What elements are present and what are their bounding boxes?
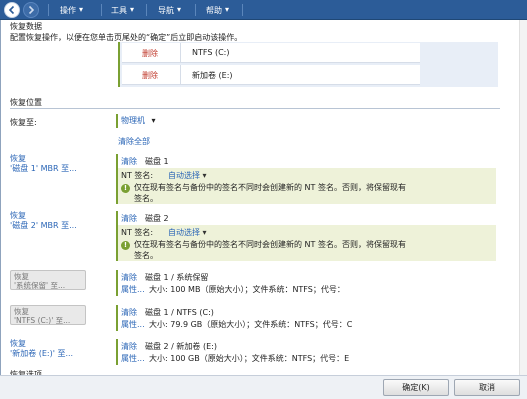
toolbar-separator <box>195 4 196 16</box>
volume-details: 大小: 100 MB（原始大小）；文件系统：NTFS；代号： <box>149 285 345 294</box>
chevron-down-icon: ▾ <box>202 228 207 237</box>
clear-link[interactable]: 清除 <box>121 341 137 352</box>
dropdown-value: 自动选择 <box>168 171 200 180</box>
properties-link[interactable]: 属性... <box>121 284 145 295</box>
volume-ntfs-c-panel: 清除 磁盘 1 / NTFS (C:) 属性... 大小: 79.9 GB（原始… <box>116 305 496 331</box>
menu-tools[interactable]: 工具 ▾ <box>111 0 134 20</box>
menu-label: 帮助 <box>206 6 222 15</box>
properties-link[interactable]: 属性... <box>121 353 145 364</box>
menu-label: 工具 <box>111 6 127 15</box>
volume-target: 磁盘 1 / 系统保留 <box>145 273 209 282</box>
menu-label: 操作 <box>60 6 76 15</box>
toolbar-separator <box>146 4 147 16</box>
volume-name: 新加卷 (E:) <box>192 71 233 80</box>
menu-actions[interactable]: 操作 ▾ <box>60 0 83 20</box>
restore-to-label: 恢复至: <box>10 118 37 127</box>
clear-link[interactable]: 清除 <box>121 213 137 224</box>
link-line: '磁盘 2' MBR 至... <box>10 221 77 230</box>
nt-signature-label: NT 签名: <box>121 171 154 180</box>
volume-new-e-panel: 清除 磁盘 2 / 新加卷 (E:) 属性... 大小: 100 GB（原始大小… <box>116 339 496 365</box>
restore-disk-1-mbr-link[interactable]: 恢复 '磁盘 1' MBR 至... <box>10 154 77 174</box>
volume-details: 大小: 79.9 GB（原始大小）；文件系统：NTFS；代号：C <box>149 320 353 329</box>
link-line: 恢复 <box>10 339 26 348</box>
forward-button[interactable] <box>23 2 39 18</box>
volume-target: 磁盘 1 / NTFS (C:) <box>145 308 214 317</box>
menu-navigation[interactable]: 导航 ▾ <box>158 0 181 20</box>
disk-target: 磁盘 1 <box>145 157 169 166</box>
signature-warning-line: 仅在现有签名与备份中的签名不同时会创建新的 NT 签名。否则，将保留现有 <box>134 183 406 192</box>
vertical-scrollbar[interactable] <box>519 20 527 375</box>
restore-new-volume-e-link[interactable]: 恢复 '新加卷 (E:)' 至... <box>10 339 73 359</box>
chevron-down-icon: ▾ <box>130 5 135 14</box>
arrow-right-icon <box>28 5 35 15</box>
disk-2-signature-panel: NT 签名: 自动选择 ▾ ! 仅在现有签名与备份中的签名不同时会创建新的 NT… <box>116 225 496 261</box>
toolbar-separator <box>101 4 102 16</box>
table-row: 删除 NTFS (C:) <box>122 43 420 63</box>
info-icon: ! <box>121 182 130 193</box>
table-row: 删除 新加卷 (E:) <box>122 65 420 85</box>
chevron-down-icon: ▾ <box>202 171 207 180</box>
properties-link[interactable]: 属性... <box>121 319 145 330</box>
restore-disk-2-mbr-link[interactable]: 恢复 '磁盘 2' MBR 至... <box>10 211 77 231</box>
volume-name: NTFS (C:) <box>192 48 230 57</box>
signature-warning-line: 签名。 <box>134 251 158 260</box>
signature-warning-line: 仅在现有签名与备份中的签名不同时会创建新的 NT 签名。否则，将保留现有 <box>134 240 406 249</box>
dialog-footer: 确定(K) 取消 <box>0 375 527 399</box>
chevron-down-icon: ▾ <box>225 5 230 14</box>
menu-help[interactable]: 帮助 ▾ <box>206 0 229 20</box>
restore-data-table: 删除 NTFS (C:) 删除 新加卷 (E:) <box>118 42 498 87</box>
nt-signature-dropdown[interactable]: 自动选择 ▾ <box>168 227 207 238</box>
chevron-down-icon: ▾ <box>151 116 156 125</box>
back-button[interactable] <box>4 2 20 18</box>
disk-2-header: 清除 磁盘 2 <box>116 211 496 225</box>
clear-link[interactable]: 清除 <box>121 156 137 167</box>
restore-to-dropdown[interactable]: 物理机 ▾ <box>116 114 156 128</box>
disk-1-header: 清除 磁盘 1 <box>116 154 496 168</box>
restore-ntfs-c-button[interactable]: 恢复 'NTFS (C:)' 至... <box>10 305 86 325</box>
signature-warning-line: 签名。 <box>134 194 158 203</box>
link-line: '新加卷 (E:)' 至... <box>10 349 74 358</box>
restore-location-title: 恢复位置 <box>10 98 42 107</box>
link-line: 恢复 <box>10 154 26 163</box>
nt-signature-label: NT 签名: <box>121 228 154 237</box>
restore-to-value: 物理机 <box>121 116 145 125</box>
delete-link[interactable]: 删除 <box>142 48 158 59</box>
column-divider <box>180 65 181 85</box>
chevron-down-icon: ▾ <box>79 5 84 14</box>
button-line: 恢复 <box>14 272 29 281</box>
chevron-down-icon: ▾ <box>177 5 182 14</box>
volume-details: 大小: 100 GB（原始大小）；文件系统：NTFS；代号：E <box>149 354 350 363</box>
disk-target: 磁盘 2 <box>145 214 169 223</box>
disk-1-signature-panel: NT 签名: 自动选择 ▾ ! 仅在现有签名与备份中的签名不同时会创建新的 NT… <box>116 168 496 204</box>
menu-label: 导航 <box>158 6 174 15</box>
link-line: 恢复 <box>10 211 26 220</box>
button-line: 恢复 <box>14 307 29 316</box>
volume-target: 磁盘 2 / 新加卷 (E:) <box>145 342 217 351</box>
clear-link[interactable]: 清除 <box>121 307 137 318</box>
arrow-left-icon <box>8 5 15 15</box>
link-line: '磁盘 1' MBR 至... <box>10 164 77 173</box>
button-line: '系统保留' 至... <box>14 281 66 290</box>
toolbar-separator <box>242 4 243 16</box>
top-toolbar: 操作 ▾ 工具 ▾ 导航 ▾ 帮助 ▾ <box>0 0 527 20</box>
cancel-button[interactable]: 取消 <box>454 379 520 396</box>
volume-system-reserved-panel: 清除 磁盘 1 / 系统保留 属性... 大小: 100 MB（原始大小）；文件… <box>116 270 496 296</box>
button-line: 'NTFS (C:)' 至... <box>14 316 71 325</box>
delete-link[interactable]: 删除 <box>142 70 158 81</box>
section-divider <box>10 108 500 109</box>
clear-link[interactable]: 清除 <box>121 272 137 283</box>
clear-all-link[interactable]: 清除全部 <box>118 136 150 147</box>
ok-button[interactable]: 确定(K) <box>383 379 449 396</box>
toolbar-separator <box>48 4 49 16</box>
restore-data-title: 恢复数据 <box>10 22 42 31</box>
info-icon: ! <box>121 239 130 250</box>
restore-system-reserved-button[interactable]: 恢复 '系统保留' 至... <box>10 270 86 290</box>
column-divider <box>180 43 181 63</box>
nt-signature-dropdown[interactable]: 自动选择 ▾ <box>168 170 207 181</box>
dropdown-value: 自动选择 <box>168 228 200 237</box>
